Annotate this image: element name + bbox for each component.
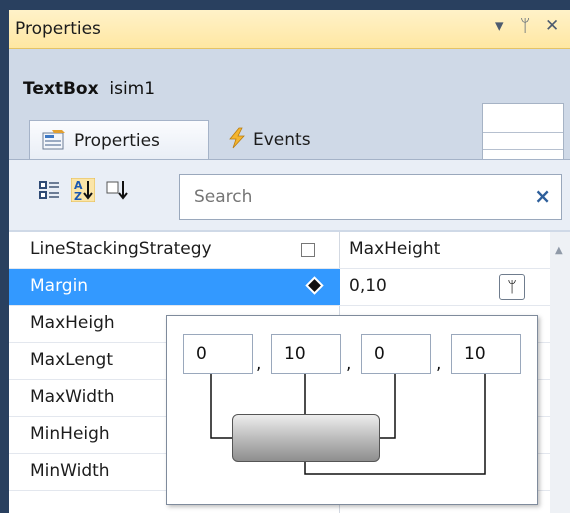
property-value[interactable]: MaxHeight [349, 239, 440, 259]
property-name: LineStackingStrategy [30, 239, 212, 259]
property-row[interactable]: LineStackingStrategy MaxHeight [9, 232, 550, 269]
value-set-icon[interactable] [308, 279, 321, 292]
search-box[interactable]: × [179, 174, 562, 220]
property-name: MaxHeigh [30, 313, 115, 333]
tab-events-label: Events [253, 130, 311, 150]
dropdown-icon[interactable]: ▾ [495, 16, 504, 36]
object-instance-name: isim1 [109, 79, 156, 99]
close-icon[interactable]: ✕ [545, 16, 559, 36]
pin-icon[interactable]: ᛘ [520, 16, 530, 36]
object-type: TextBox [23, 79, 99, 99]
property-name: MaxLengt [30, 350, 114, 370]
property-name: MinWidth [30, 461, 110, 481]
object-name: TextBox isim1 [23, 79, 155, 99]
margin-editor-popup: , , , [166, 315, 538, 505]
tab-properties-label: Properties [74, 131, 160, 151]
margin-preview-element [232, 414, 380, 462]
categorized-icon[interactable] [37, 178, 61, 202]
property-name: Margin [30, 276, 89, 296]
svg-text:Z: Z [74, 190, 82, 202]
sort-source-icon[interactable] [105, 178, 129, 202]
value-marker-icon[interactable] [301, 243, 315, 257]
panel-title: Properties [15, 19, 101, 39]
property-name: MaxWidth [30, 387, 115, 407]
tab-properties[interactable]: Properties [29, 120, 209, 159]
margin-connector-lines [210, 374, 486, 475]
clear-search-icon[interactable]: × [534, 184, 551, 208]
lightning-icon [229, 127, 245, 149]
pin-editor-button[interactable]: ᛘ [499, 274, 525, 300]
vertical-scrollbar[interactable]: ▲ [550, 232, 570, 513]
panel-titlebar: Properties ▾ ᛘ ✕ [9, 10, 570, 49]
property-row-selected[interactable]: Margin 0,10 ᛘ [9, 269, 550, 306]
property-name: MinHeigh [30, 424, 110, 444]
properties-icon [42, 130, 65, 150]
property-value[interactable]: 0,10 [349, 276, 387, 296]
sort-alphabetical-icon[interactable]: A Z [71, 178, 95, 202]
scroll-up-icon[interactable]: ▲ [555, 245, 563, 256]
search-input[interactable] [192, 186, 516, 208]
